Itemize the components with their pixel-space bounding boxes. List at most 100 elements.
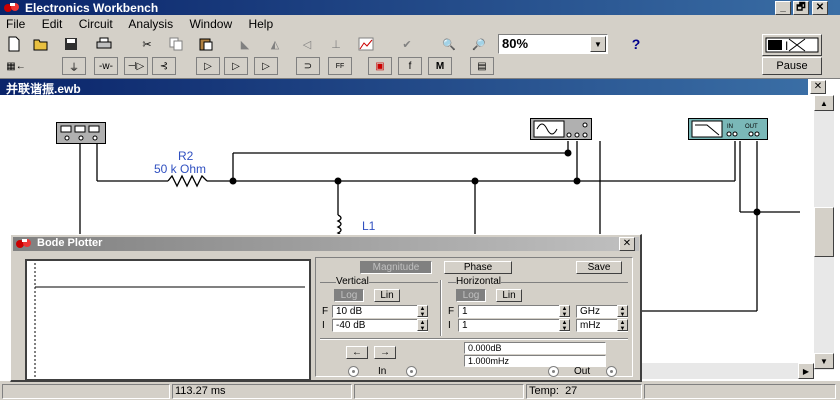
open-icon[interactable] — [30, 34, 52, 54]
horizontal-initial-input[interactable]: 1 — [458, 319, 570, 332]
menu-window[interactable]: Window — [189, 17, 232, 31]
instruments-bin-button[interactable]: ▤ — [470, 57, 494, 75]
vertical-final-spinner[interactable]: ▲ ▼ — [417, 305, 428, 318]
menu-analysis[interactable]: Analysis — [128, 17, 173, 31]
transistors-bin-button[interactable]: ⊰ — [152, 57, 176, 75]
menu-file[interactable]: File — [6, 17, 25, 31]
bode-title: Bode Plotter — [37, 237, 103, 249]
save-button[interactable]: Save — [576, 261, 622, 274]
l1-label: L1 — [362, 219, 376, 233]
restore-button[interactable]: 🗗 — [793, 1, 809, 15]
menu-circuit[interactable]: Circuit — [79, 17, 113, 31]
status-bar: 113.27 ms Temp: 27 — [0, 383, 840, 400]
out-label: Out — [574, 366, 591, 377]
parts-bin-icon[interactable]: ▦← — [4, 56, 28, 76]
multimeter-instrument[interactable] — [56, 122, 106, 144]
status-time: 113.27 ms — [175, 385, 226, 397]
document-close-button[interactable]: ✕ — [810, 80, 826, 94]
bode-plotter-instrument[interactable]: IN OUT — [688, 118, 768, 140]
rotate-icon[interactable]: ◣ — [234, 34, 256, 54]
vertical-final-label: F — [322, 306, 329, 317]
main-toolbar: ✂ ◣ ◭ ◁ ⊥ ✔ 🔍 🔎 80% ▼ ? I — [0, 32, 840, 56]
cursor-left-button[interactable]: ← — [346, 346, 368, 359]
logic-gates-bin-button[interactable]: ⊃ — [296, 57, 320, 75]
menu-edit[interactable]: Edit — [42, 17, 63, 31]
horizontal-initial-spinner[interactable]: ▲ ▼ — [559, 319, 570, 332]
in-label: In — [378, 366, 387, 377]
horizontal-lin-button[interactable]: Lin — [496, 289, 522, 302]
component-properties-icon[interactable]: ⊥ — [325, 34, 347, 54]
new-icon[interactable] — [3, 34, 25, 54]
close-button[interactable]: ✕ — [812, 1, 828, 15]
graph-icon[interactable] — [355, 34, 377, 54]
save-icon[interactable] — [60, 34, 82, 54]
analog-ics-bin-button[interactable]: ▷ — [196, 57, 220, 75]
controls-bin-button[interactable]: f — [398, 57, 422, 75]
cut-icon[interactable]: ✂ — [136, 34, 158, 54]
bode-plot-graph — [34, 263, 305, 377]
scroll-up-button[interactable]: ▲ — [814, 95, 834, 111]
horizontal-final-input[interactable]: 1 — [458, 305, 570, 318]
zoom-select[interactable]: 80% ▼ — [498, 34, 608, 54]
zoom-out-icon[interactable]: 🔍 — [438, 34, 460, 54]
miscellaneous-bin-button[interactable]: M — [428, 57, 452, 75]
vertical-initial-spinner[interactable]: ▲ ▼ — [417, 319, 428, 332]
digital-ics-bin-button[interactable]: ▷ — [254, 57, 278, 75]
function-generator-instrument[interactable] — [530, 118, 592, 140]
vertical-lin-button[interactable]: Lin — [374, 289, 400, 302]
phase-button[interactable]: Phase — [444, 261, 512, 274]
cursor-right-button[interactable]: → — [374, 346, 396, 359]
vertical-initial-label: I — [322, 320, 325, 331]
digital-bin-button[interactable]: FF — [328, 57, 352, 75]
horizontal-final-spinner[interactable]: ▲ ▼ — [559, 305, 570, 318]
group-divider — [440, 280, 442, 336]
mixed-ics-bin-button[interactable]: ▷ — [224, 57, 248, 75]
status-panel-left — [2, 384, 170, 399]
description-icon[interactable]: ✔ — [396, 34, 418, 54]
print-icon[interactable] — [93, 34, 115, 54]
parts-toolbar: ▦← ⏚ -w- ⊣▷ ⊰ ▷ ▷ ▷ ⊃ FF ▣ f M ▤ Pause — [0, 56, 840, 78]
vertical-log-button[interactable]: Log — [334, 289, 364, 302]
horizontal-initial-unit-spinner[interactable]: ▲ ▼ — [617, 319, 628, 332]
horizontal-initial-label: I — [448, 320, 451, 331]
vertical-scrollbar[interactable]: ▲ ▼ — [814, 95, 834, 370]
copy-icon[interactable] — [165, 34, 187, 54]
flip-vertical-icon[interactable]: ◭ — [264, 34, 286, 54]
status-temp: Temp: 27 — [529, 385, 578, 397]
vertical-final-input[interactable]: 10 dB — [332, 305, 428, 318]
out-terminal-minus[interactable] — [548, 366, 559, 377]
horizontal-final-unit-spinner[interactable]: ▲ ▼ — [617, 305, 628, 318]
paste-icon[interactable] — [195, 34, 217, 54]
minimize-button[interactable]: _ — [775, 1, 791, 15]
zoom-in-icon[interactable]: 🔎 — [468, 34, 490, 54]
bode-plotter-dialog: Bode Plotter ✕ Magnitude Phase Save Vert… — [10, 234, 642, 382]
indicators-bin-button[interactable]: ▣ — [368, 57, 392, 75]
basic-bin-button[interactable]: -w- — [94, 57, 118, 75]
diodes-bin-button[interactable]: ⊣▷ — [124, 57, 148, 75]
horizontal-log-button[interactable]: Log — [456, 289, 486, 302]
svg-text:OUT: OUT — [745, 124, 758, 130]
help-button[interactable]: ? — [622, 34, 650, 54]
flip-horizontal-icon[interactable]: ◁ — [296, 34, 318, 54]
status-temp-panel: Temp: 27 — [526, 384, 642, 399]
r2-label: R2 — [178, 149, 194, 163]
magnitude-button[interactable]: Magnitude — [360, 261, 432, 274]
sources-bin-button[interactable]: ⏚ — [62, 57, 86, 75]
svg-text:I: I — [785, 39, 788, 53]
menu-help[interactable]: Help — [248, 17, 273, 31]
svg-text:IN: IN — [727, 124, 733, 130]
vertical-initial-input[interactable]: -40 dB — [332, 319, 428, 332]
bode-plot-area — [25, 259, 311, 381]
bode-close-button[interactable]: ✕ — [619, 237, 635, 251]
app-title: Electronics Workbench — [25, 1, 159, 15]
chevron-down-icon[interactable]: ▼ — [590, 36, 606, 52]
pause-button[interactable]: Pause — [762, 57, 822, 75]
scroll-down-button[interactable]: ▼ — [814, 353, 834, 369]
in-terminal-minus[interactable] — [348, 366, 359, 377]
scroll-thumb[interactable] — [814, 207, 834, 257]
bode-app-icon — [15, 237, 33, 249]
out-terminal-plus[interactable] — [606, 366, 617, 377]
power-switch[interactable]: I — [762, 34, 822, 56]
app-titlebar: Electronics Workbench _ 🗗 ✕ — [0, 0, 840, 15]
in-terminal-plus[interactable] — [406, 366, 417, 377]
